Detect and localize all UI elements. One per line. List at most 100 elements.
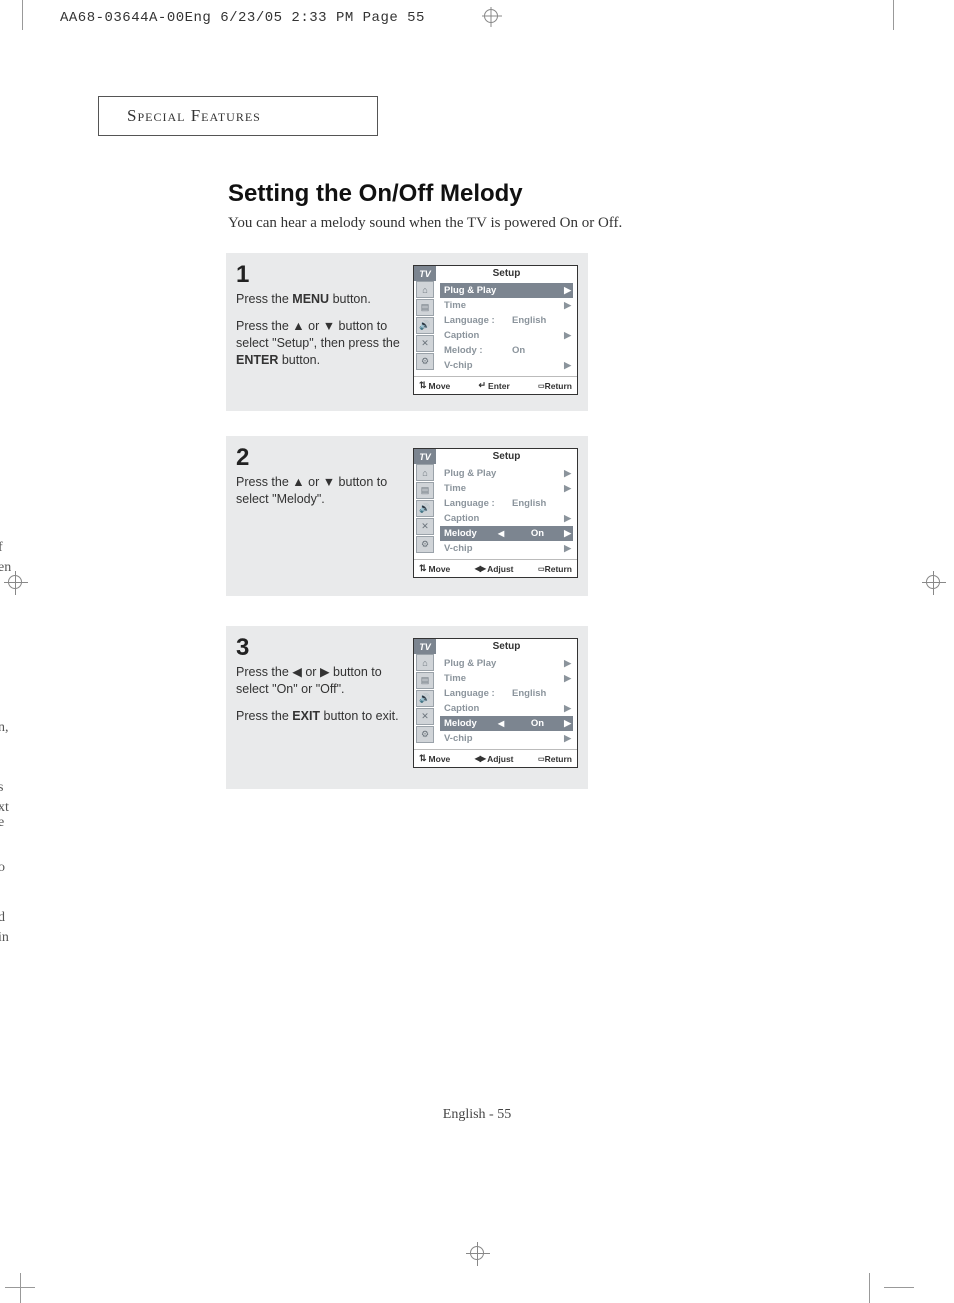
osd-row-value: English (506, 688, 569, 699)
page-title: Setting the On/Off Melody (228, 180, 523, 208)
chevron-right-icon: ▶ (564, 673, 571, 684)
osd-menu-row: Plug & Play▶ (440, 466, 573, 481)
intro-text: You can hear a melody sound when the TV … (228, 215, 622, 232)
osd-row-label: V-chip (444, 733, 506, 744)
osd-menu-row: Language :English (440, 496, 573, 511)
osd-row-label: Melody (444, 718, 506, 729)
osd-tv-label: TV (414, 449, 436, 464)
osd-row-value: On (506, 345, 569, 356)
osd-menu: TVSetup⌂▤🔊✕⚙ Plug & Play ▶ Time ▶ Language :E… (413, 638, 578, 768)
osd-row-label: V-chip (444, 543, 506, 554)
osd-category-icon: ▤ (416, 672, 434, 689)
osd-menu: TVSetup⌂▤🔊✕⚙Plug & Play▶Time▶Language :E… (413, 265, 578, 395)
osd-category-icon: 🔊 (416, 500, 434, 517)
step-number: 3 (236, 634, 249, 662)
move-hint: Move (419, 563, 450, 574)
osd-menu-row: Time ▶ (440, 481, 573, 496)
cutoff-text-fragment: f (0, 540, 14, 556)
osd-category-icon: ✕ (416, 708, 434, 725)
osd-row-label: Plug & Play (444, 285, 506, 296)
chevron-right-icon: ▶ (564, 360, 571, 371)
return-hint: Return (538, 754, 572, 764)
osd-title: Setup (436, 639, 577, 654)
osd-category-icons: ⌂▤🔊✕⚙ (414, 464, 436, 559)
section-header-box: Special Features (98, 96, 378, 136)
osd-row-label: Time (444, 300, 506, 311)
osd-row-label: Plug & Play (444, 658, 506, 669)
cutoff-text-fragment: o (0, 860, 14, 876)
osd-row-label: Language : (444, 315, 506, 326)
osd-category-icons: ⌂▤🔊✕⚙ (414, 654, 436, 749)
move-hint: Move (419, 380, 450, 391)
osd-row-label: Language : (444, 688, 506, 699)
osd-category-icon: ⌂ (416, 654, 434, 671)
osd-footer-hints: Move Adjust Return (414, 749, 577, 767)
osd-category-icon: ⌂ (416, 464, 434, 481)
left-arrow-icon: ◀ (498, 719, 504, 728)
return-hint: Return (538, 381, 572, 391)
chevron-right-icon: ▶ (564, 513, 571, 524)
adjust-hint: Adjust (475, 564, 514, 574)
osd-row-label: Time (444, 673, 506, 684)
step-number: 2 (236, 444, 249, 472)
osd-menu-row: Time ▶ (440, 671, 573, 686)
cutoff-text-fragment: xt (0, 800, 14, 816)
osd-footer-hints: Move Adjust Return (414, 559, 577, 577)
osd-row-label: Caption (444, 330, 506, 341)
osd-category-icon: ⌂ (416, 281, 434, 298)
osd-menu-row: Caption ▶ (440, 511, 573, 526)
crop-mark (893, 0, 894, 30)
chevron-right-icon: ▶ (564, 528, 571, 539)
chevron-right-icon: ▶ (564, 658, 571, 669)
osd-menu-row: Time ▶ (440, 298, 573, 313)
chevron-right-icon: ▶ (564, 733, 571, 744)
osd-menu-row: Caption ▶ (440, 701, 573, 716)
chevron-right-icon: ▶ (564, 330, 571, 341)
left-arrow-icon: ◀ (498, 529, 504, 538)
osd-row-label: Caption (444, 513, 506, 524)
chevron-right-icon: ▶ (564, 300, 571, 311)
page-content: Special Features Setting the On/Off Melo… (0, 40, 954, 1303)
osd-menu-row: Language :English (440, 313, 573, 328)
osd-row-value: On (506, 528, 569, 539)
registration-mark-left (8, 575, 22, 589)
osd-category-icon: ⚙ (416, 536, 434, 553)
osd-menu-row: V-chip ▶ (440, 358, 573, 373)
cutoff-text-fragment: n, (0, 720, 14, 736)
step-block-1: 1Press the MENU button.Press the ▲ or ▼ … (226, 253, 588, 411)
osd-menu-row: Plug & Play▶ (440, 283, 573, 298)
osd-row-label: Caption (444, 703, 506, 714)
osd-row-label: V-chip (444, 360, 506, 371)
osd-row-label: Language : (444, 498, 506, 509)
step-instructions: Press the ◀ or ▶ button to select "On" o… (236, 664, 406, 735)
osd-row-label: Melody : (444, 345, 506, 356)
osd-menu-row: Melody◀On▶ (440, 716, 573, 731)
osd-row-label: Time (444, 483, 506, 494)
cutoff-text-fragment: d (0, 910, 14, 926)
osd-title: Setup (436, 266, 577, 281)
osd-category-icon: ▤ (416, 299, 434, 316)
enter-hint: Enter (478, 380, 509, 391)
osd-footer-hints: Move Enter Return (414, 376, 577, 394)
osd-category-icons: ⌂▤🔊✕⚙ (414, 281, 436, 376)
crop-mark (22, 0, 23, 30)
step-block-2: 2Press the ▲ or ▼ button to select "Melo… (226, 436, 588, 596)
chevron-right-icon: ▶ (564, 718, 571, 729)
chevron-right-icon: ▶ (564, 703, 571, 714)
osd-title: Setup (436, 449, 577, 464)
osd-menu-row: V-chip ▶ (440, 731, 573, 746)
step-instructions: Press the ▲ or ▼ button to select "Melod… (236, 474, 406, 518)
osd-menu: TVSetup⌂▤🔊✕⚙ Plug & Play▶ Time ▶ Language :E… (413, 448, 578, 578)
registration-mark-right (926, 575, 940, 589)
osd-row-value: English (506, 498, 569, 509)
osd-row-value: On (506, 718, 569, 729)
osd-tv-label: TV (414, 639, 436, 654)
osd-category-icon: ✕ (416, 518, 434, 535)
registration-mark-bottom (470, 1246, 484, 1260)
osd-menu-row: V-chip ▶ (440, 541, 573, 556)
crop-mark (869, 1273, 899, 1303)
move-hint: Move (419, 753, 450, 764)
chevron-right-icon: ▶ (564, 483, 571, 494)
return-hint: Return (538, 564, 572, 574)
chevron-right-icon: ▶ (564, 543, 571, 554)
